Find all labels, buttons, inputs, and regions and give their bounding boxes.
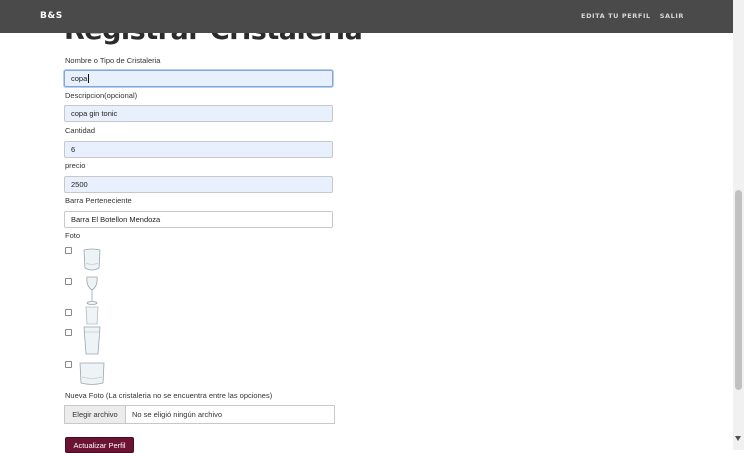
nav-links: EDITA TU PERFIL SALIR — [581, 12, 684, 20]
nav-link-logout[interactable]: SALIR — [660, 12, 684, 20]
glass-option-checkbox-4[interactable] — [65, 329, 72, 336]
top-navbar: B&S EDITA TU PERFIL SALIR — [0, 0, 733, 33]
glass-option-checkbox-1[interactable] — [65, 247, 72, 254]
brand-logo[interactable]: B&S — [40, 11, 63, 21]
glass-option-checkbox-3[interactable] — [65, 309, 72, 316]
bar-select[interactable]: Barra El Botellon Mendoza — [64, 211, 333, 228]
update-profile-button[interactable]: Actualizar Perfil — [65, 437, 134, 453]
glass-option-checkbox-2[interactable] — [65, 278, 72, 285]
glass-option-checkbox-5[interactable] — [65, 361, 72, 368]
name-input-value: copa — [71, 74, 88, 83]
price-input[interactable]: 2500 — [64, 176, 333, 193]
file-status-text: No se eligió ningún archivo — [132, 410, 223, 419]
name-label: Nombre o Tipo de Cristaleria — [65, 56, 161, 65]
pint-glass-icon — [83, 326, 101, 355]
quantity-input[interactable]: 6 — [64, 141, 333, 158]
price-label: precio — [65, 161, 86, 170]
description-input[interactable]: copa gin tonic — [64, 105, 333, 122]
photo-label: Foto — [65, 231, 81, 240]
new-photo-label: Nueva Foto (La cristaleria no se encuent… — [65, 391, 273, 400]
tumbler-glass-icon — [83, 248, 101, 271]
nav-link-edit-profile[interactable]: EDITA TU PERFIL — [581, 12, 651, 20]
file-upload-input[interactable]: Elegir archivo No se eligió ningún archi… — [64, 405, 335, 424]
scrollbar-thumb[interactable] — [735, 190, 742, 390]
scroll-down-arrow-icon[interactable] — [735, 436, 741, 441]
quantity-label: Cantidad — [65, 126, 96, 135]
shot-glass-icon — [85, 306, 99, 325]
name-input[interactable]: copa — [64, 70, 333, 87]
description-label: Descripcion(opcional) — [65, 91, 138, 100]
bar-label: Barra Perteneciente — [65, 196, 132, 205]
vertical-scrollbar[interactable] — [733, 0, 744, 450]
rocks-glass-icon — [79, 362, 105, 385]
wine-glass-icon — [86, 276, 98, 305]
choose-file-button[interactable]: Elegir archivo — [65, 406, 126, 423]
text-cursor — [88, 74, 90, 83]
